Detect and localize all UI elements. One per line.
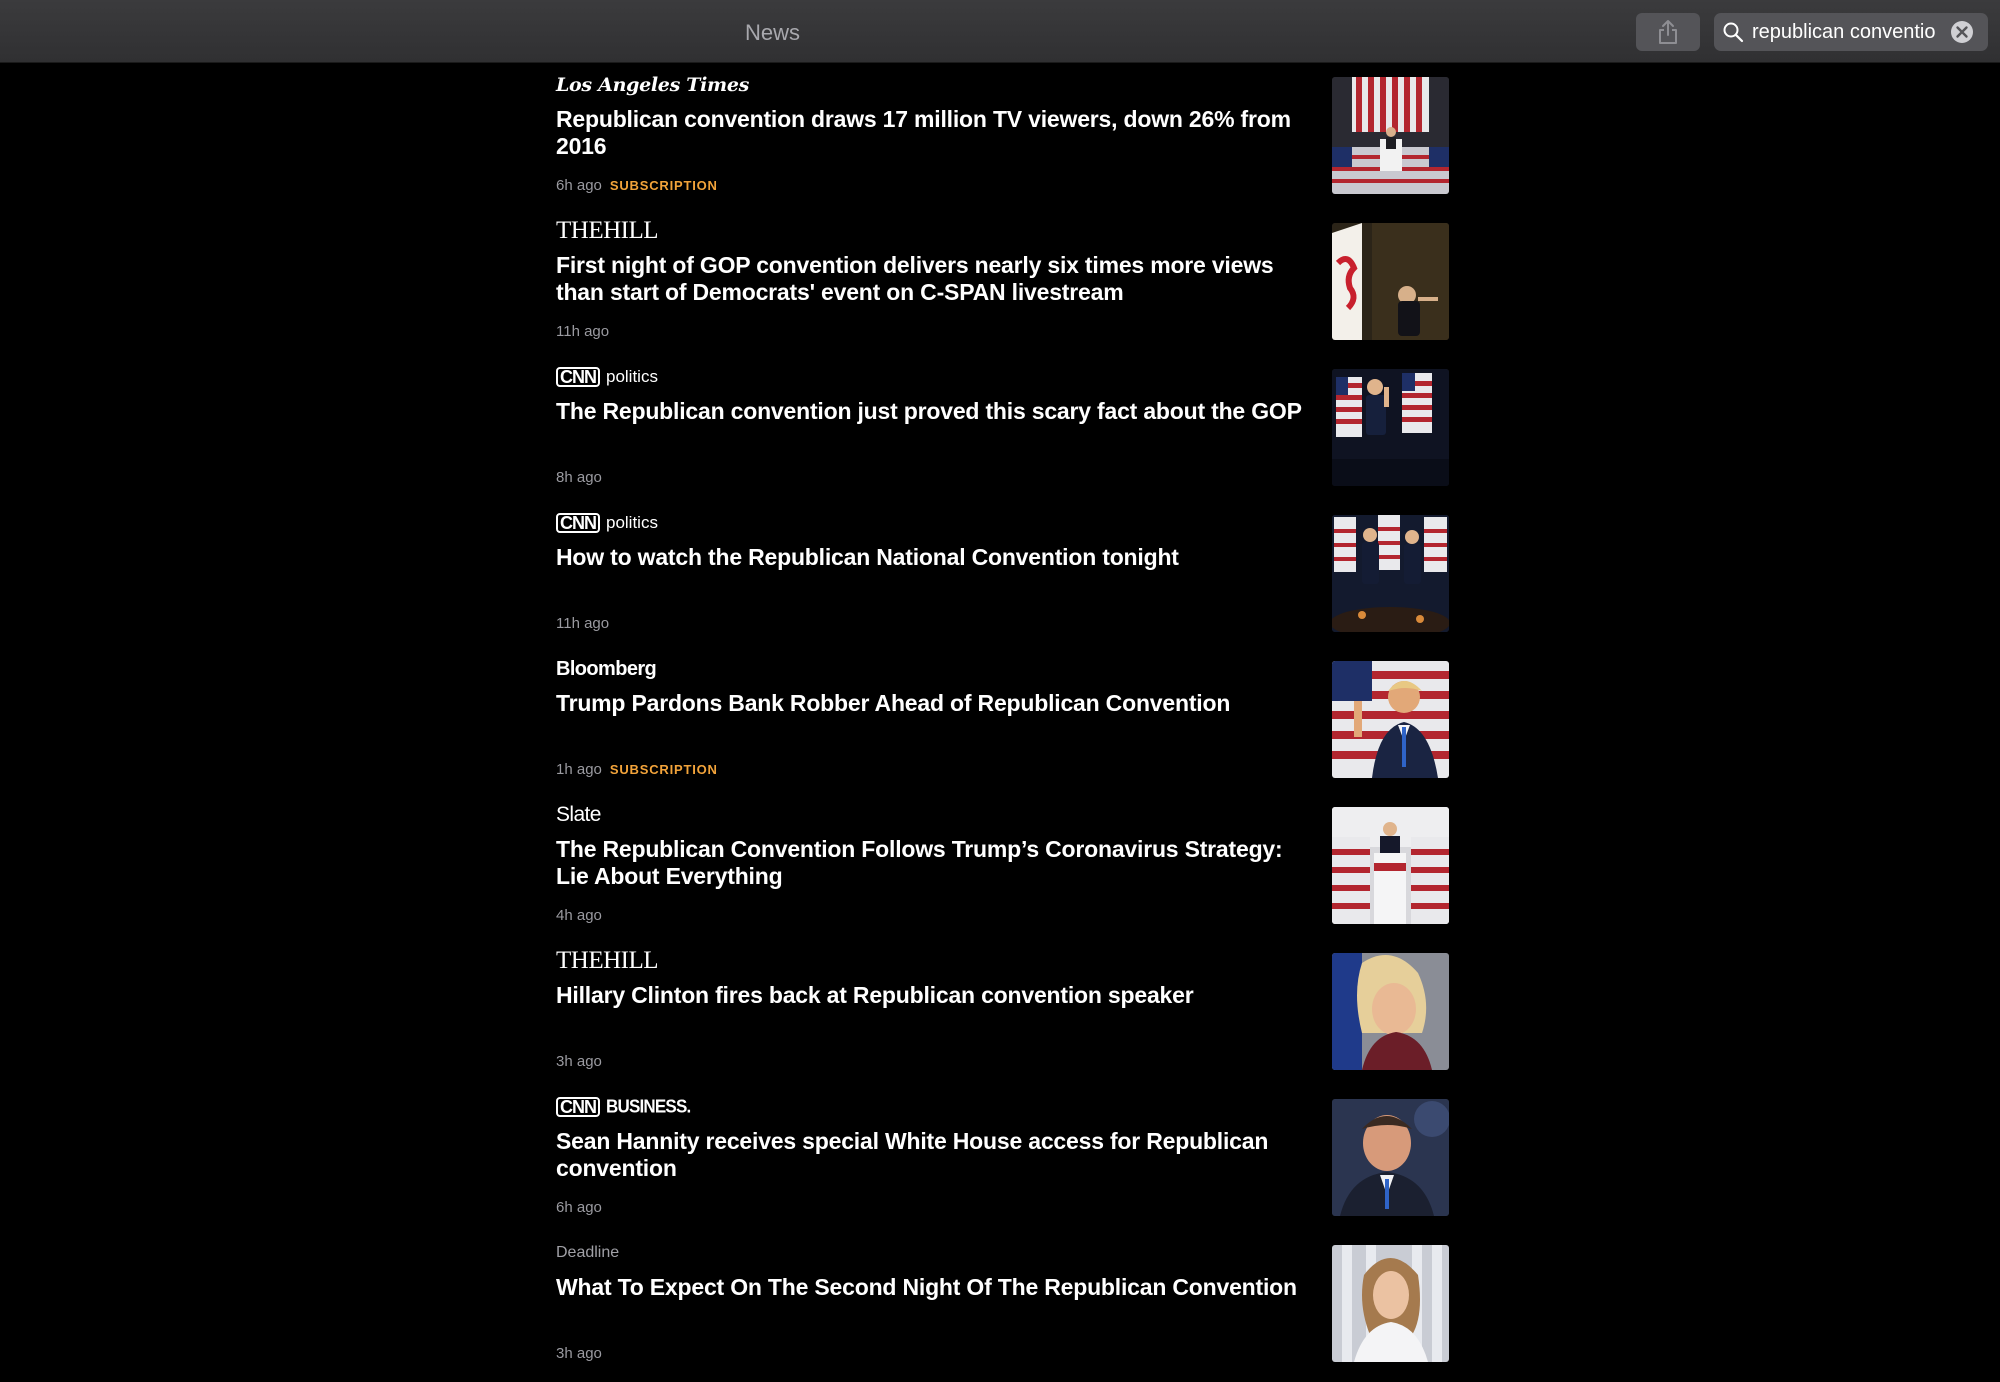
source-logo: Bloomberg [556, 657, 657, 681]
search-results-feed: Los Angeles Times Republican convention … [0, 63, 2000, 1382]
subscription-badge: SUBSCRIPTION [609, 762, 718, 777]
podium-flags-photo [1332, 807, 1449, 924]
search-input[interactable] [1752, 13, 1950, 51]
article-meta: 1h ago SUBSCRIPTION [556, 761, 718, 778]
source-logo: Slate [556, 803, 601, 827]
article-time: 1h ago [556, 761, 602, 778]
toolbar: News [0, 0, 2000, 63]
source-name: CNN [556, 1097, 600, 1117]
article-item[interactable]: CNN politics How to watch the Republican… [556, 501, 1451, 647]
article-thumbnail[interactable] [1332, 1245, 1449, 1362]
article-headline[interactable]: Hillary Clinton fires back at Republican… [556, 982, 1316, 1009]
article-item[interactable]: Bloomberg Trump Pardons Bank Robber Ahea… [556, 647, 1451, 793]
article-headline[interactable]: Trump Pardons Bank Robber Ahead of Repub… [556, 690, 1316, 717]
source-logo: THEHILL [556, 947, 659, 974]
portrait-photo [1332, 1245, 1449, 1362]
magnifying-glass-icon [1723, 22, 1744, 43]
subscription-badge: SUBSCRIPTION [609, 178, 718, 193]
article-thumbnail[interactable] [1332, 953, 1449, 1070]
article-headline[interactable]: The Republican Convention Follows Trump’… [556, 836, 1316, 890]
article-item[interactable]: CNN BUSINESS. Sean Hannity receives spec… [556, 1085, 1451, 1231]
source-name: CNN [556, 367, 600, 387]
source-name: Bloomberg [556, 657, 657, 680]
article-time: 6h ago [556, 177, 602, 194]
speaker-podium-photo [1332, 223, 1449, 340]
article-time: 11h ago [556, 615, 610, 632]
article-thumbnail[interactable] [1332, 661, 1449, 778]
source-name: Slate [556, 803, 601, 826]
source-name: Deadline [556, 1244, 620, 1261]
article-headline[interactable]: The Republican convention just proved th… [556, 398, 1316, 425]
clear-x-icon[interactable] [1950, 20, 1974, 44]
source-section: politics [606, 513, 658, 532]
rally-flags-photo [1332, 369, 1449, 486]
article-time: 8h ago [556, 469, 602, 486]
source-section: politics [606, 367, 658, 386]
source-name: THEHILL [556, 947, 659, 974]
article-thumbnail[interactable] [1332, 369, 1449, 486]
article-headline[interactable]: First night of GOP convention delivers n… [556, 252, 1316, 306]
article-meta: 6h ago SUBSCRIPTION [556, 177, 718, 194]
article-meta: 8h ago [556, 469, 602, 486]
article-headline[interactable]: Sean Hannity receives special White Hous… [556, 1128, 1316, 1182]
article-thumbnail[interactable] [1332, 807, 1449, 924]
article-meta: 11h ago [556, 323, 609, 340]
source-logo: CNN politics [556, 365, 658, 389]
article-item[interactable]: THEHILL First night of GOP convention de… [556, 209, 1451, 355]
article-headline[interactable]: Republican convention draws 17 million T… [556, 106, 1316, 160]
article-item[interactable]: CNN politics The Republican convention j… [556, 355, 1451, 501]
source-name: CNN [556, 513, 600, 533]
article-item[interactable]: Deadline What To Expect On The Second Ni… [556, 1231, 1451, 1377]
portrait-flags-photo [1332, 661, 1449, 778]
source-logo: CNN BUSINESS. [556, 1095, 691, 1119]
share-button[interactable] [1636, 13, 1700, 51]
source-logo: Los Angeles Times [556, 73, 749, 97]
article-meta: 11h ago [556, 615, 609, 632]
article-headline[interactable]: How to watch the Republican National Con… [556, 544, 1316, 571]
article-item[interactable]: Slate The Republican Convention Follows … [556, 793, 1451, 939]
article-time: 11h ago [556, 323, 610, 340]
article-time: 4h ago [556, 907, 602, 924]
article-thumbnail[interactable] [1332, 223, 1449, 340]
rally-stage-photo [1332, 515, 1449, 632]
convention-stage-photo [1332, 77, 1449, 194]
article-item[interactable]: Los Angeles Times Republican convention … [556, 63, 1451, 209]
search-field[interactable] [1714, 13, 1988, 51]
article-thumbnail[interactable] [1332, 1099, 1449, 1216]
article-thumbnail[interactable] [1332, 77, 1449, 194]
article-meta: 3h ago [556, 1053, 602, 1070]
source-logo: Deadline [556, 1241, 619, 1265]
article-thumbnail[interactable] [1332, 515, 1449, 632]
article-meta: 6h ago [556, 1199, 602, 1216]
article-meta: 3h ago [556, 1345, 602, 1362]
portrait-photo [1332, 953, 1449, 1070]
article-time: 3h ago [556, 1053, 602, 1070]
article-headline[interactable]: What To Expect On The Second Night Of Th… [556, 1274, 1316, 1301]
article-time: 3h ago [556, 1345, 602, 1362]
article-meta: 4h ago [556, 907, 602, 924]
window-title: News [744, 20, 800, 45]
source-section: BUSINESS. [606, 1096, 691, 1117]
source-logo: THEHILL [556, 217, 659, 244]
portrait-photo [1332, 1099, 1449, 1216]
source-name: Los Angeles Times [556, 74, 750, 96]
share-icon [1659, 20, 1677, 44]
source-name: THEHILL [556, 217, 659, 244]
article-time: 6h ago [556, 1199, 602, 1216]
article-item[interactable]: THEHILL Hillary Clinton fires back at Re… [556, 939, 1451, 1085]
source-logo: CNN politics [556, 511, 658, 535]
